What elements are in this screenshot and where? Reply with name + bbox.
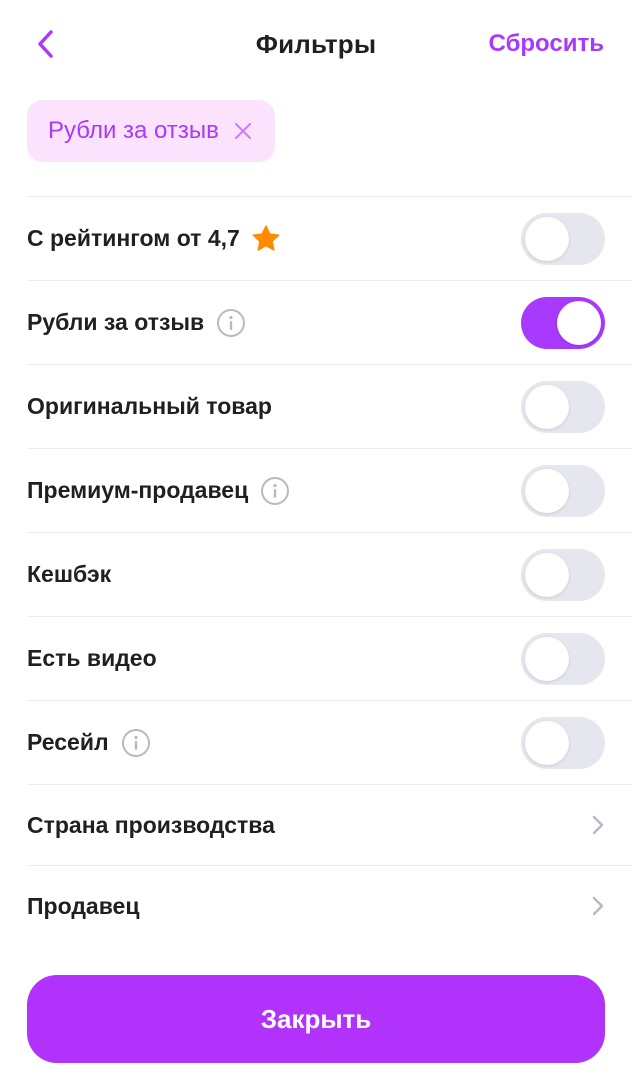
toggle-original-product[interactable] xyxy=(521,381,605,433)
filter-row-rubles-for-review: Рубли за отзыв xyxy=(27,280,632,364)
info-icon[interactable] xyxy=(216,308,246,338)
filter-row-cashback: Кешбэк xyxy=(27,532,632,616)
filter-label: Оригинальный товар xyxy=(27,393,272,419)
chevron-left-icon xyxy=(38,30,53,58)
filter-row-premium-seller: Премиум-продавец xyxy=(27,448,632,532)
filter-label: Кешбэк xyxy=(27,561,112,587)
filter-row-original-product: Оригинальный товар xyxy=(27,364,632,448)
toggle-premium-seller[interactable] xyxy=(521,465,605,517)
toggle-knob xyxy=(525,721,569,765)
nav-label: Продавец xyxy=(27,892,140,919)
toggle-knob xyxy=(525,469,569,513)
toggle-knob xyxy=(525,637,569,681)
chevron-right-icon xyxy=(590,894,606,918)
active-filter-chip[interactable]: Рубли за отзыв xyxy=(27,100,275,162)
toggle-rubles-for-review[interactable] xyxy=(521,297,605,349)
reset-button[interactable]: Сбросить xyxy=(489,30,604,58)
nav-label: Страна производства xyxy=(27,811,275,838)
nav-row-seller[interactable]: Продавец xyxy=(27,865,632,946)
toggle-cashback[interactable] xyxy=(521,549,605,601)
filter-row-resale: Ресейл xyxy=(27,700,632,784)
filter-label: Есть видео xyxy=(27,645,157,671)
toggle-knob xyxy=(557,301,601,345)
toggle-has-video[interactable] xyxy=(521,633,605,685)
toggle-knob xyxy=(525,385,569,429)
toggle-resale[interactable] xyxy=(521,717,605,769)
star-icon xyxy=(250,223,282,255)
close-button[interactable]: Закрыть xyxy=(27,975,605,1063)
toggle-rating[interactable] xyxy=(521,213,605,265)
toggle-knob xyxy=(525,217,569,261)
nav-row-country[interactable]: Страна производства xyxy=(27,784,632,865)
toggle-knob xyxy=(525,553,569,597)
filter-label: Премиум-продавец xyxy=(27,477,249,503)
filter-row-has-video: Есть видео xyxy=(27,616,632,700)
filter-label: Рубли за отзыв xyxy=(27,309,205,335)
chip-label: Рубли за отзыв xyxy=(48,117,219,144)
header: Фильтры Сбросить xyxy=(0,0,632,90)
remove-chip-button[interactable] xyxy=(233,121,253,141)
filter-label: Ресейл xyxy=(27,729,109,755)
filters-list: С рейтингом от 4,7 Рубли за отзыв Оригин… xyxy=(0,196,632,946)
close-icon xyxy=(234,123,251,139)
filter-row-rating: С рейтингом от 4,7 xyxy=(27,196,632,280)
info-icon[interactable] xyxy=(121,728,151,758)
chevron-right-icon xyxy=(590,813,606,837)
filter-label: С рейтингом от 4,7 xyxy=(27,225,240,251)
filters-screen: Фильтры Сбросить Рубли за отзыв С рейтин… xyxy=(0,0,632,1090)
info-icon[interactable] xyxy=(260,476,290,506)
back-button[interactable] xyxy=(26,24,66,64)
